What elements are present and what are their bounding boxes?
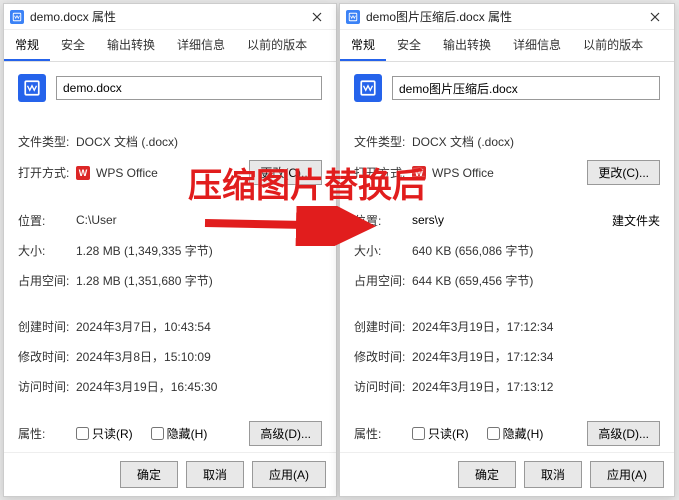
hidden-checkbox-group[interactable]: 隐藏(H) [151, 425, 208, 442]
label-attributes: 属性: [354, 425, 412, 442]
label-created: 创建时间: [18, 318, 76, 335]
window-title: demo.docx 属性 [30, 8, 302, 25]
label-file-type: 文件类型: [354, 133, 412, 150]
cancel-button[interactable]: 取消 [186, 461, 244, 488]
content-area: 文件类型:DOCX 文档 (.docx) 打开方式: W WPS Office … [340, 62, 674, 452]
value-modified: 2024年3月19日，17:12:34 [412, 348, 660, 365]
hidden-checkbox-group[interactable]: 隐藏(H) [487, 425, 544, 442]
footer: 确定 取消 应用(A) [340, 452, 674, 496]
value-location-prefix: sers\y [412, 213, 444, 227]
hidden-label: 隐藏(H) [167, 425, 208, 442]
wps-icon: W [76, 166, 90, 180]
label-size: 大小: [18, 242, 76, 259]
label-location: 位置: [18, 212, 76, 229]
properties-window-right: demo图片压缩后.docx 属性 常规 安全 输出转换 详细信息 以前的版本 … [339, 3, 675, 497]
label-attributes: 属性: [18, 425, 76, 442]
tab-output[interactable]: 输出转换 [96, 30, 166, 61]
annotation-arrow-icon [200, 206, 380, 246]
label-disk-size: 占用空间: [18, 272, 76, 289]
footer: 确定 取消 应用(A) [4, 452, 336, 496]
tab-details[interactable]: 详细信息 [166, 30, 236, 61]
label-file-type: 文件类型: [18, 133, 76, 150]
hidden-checkbox[interactable] [151, 427, 164, 440]
properties-window-left: demo.docx 属性 常规 安全 输出转换 详细信息 以前的版本 文件类型:… [3, 3, 337, 497]
label-accessed: 访问时间: [18, 378, 76, 395]
label-accessed: 访问时间: [354, 378, 412, 395]
tab-previous[interactable]: 以前的版本 [236, 30, 318, 61]
content-area: 文件类型:DOCX 文档 (.docx) 打开方式: W WPS Office … [4, 62, 336, 452]
label-modified: 修改时间: [354, 348, 412, 365]
tab-general[interactable]: 常规 [4, 30, 50, 61]
label-created: 创建时间: [354, 318, 412, 335]
readonly-label: 只读(R) [92, 425, 133, 442]
tab-previous[interactable]: 以前的版本 [572, 30, 654, 61]
hidden-checkbox[interactable] [487, 427, 500, 440]
value-created: 2024年3月19日，17:12:34 [412, 318, 660, 335]
tab-details[interactable]: 详细信息 [502, 30, 572, 61]
value-disk-size: 644 KB (659,456 字节) [412, 272, 660, 289]
document-icon [10, 10, 24, 24]
tab-bar: 常规 安全 输出转换 详细信息 以前的版本 [4, 30, 336, 62]
readonly-checkbox-group[interactable]: 只读(R) [76, 425, 133, 442]
apply-button[interactable]: 应用(A) [590, 461, 664, 488]
value-open-with: WPS Office [432, 166, 587, 180]
ok-button[interactable]: 确定 [120, 461, 178, 488]
tab-security[interactable]: 安全 [50, 30, 96, 61]
hidden-label: 隐藏(H) [503, 425, 544, 442]
file-type-icon [354, 74, 382, 102]
tab-security[interactable]: 安全 [386, 30, 432, 61]
filename-input[interactable] [392, 76, 660, 100]
tab-general[interactable]: 常规 [340, 30, 386, 61]
label-modified: 修改时间: [18, 348, 76, 365]
annotation-text: 压缩图片替换后 [188, 158, 426, 207]
tab-bar: 常规 安全 输出转换 详细信息 以前的版本 [340, 30, 674, 62]
label-open-with: 打开方式: [18, 164, 76, 181]
advanced-button[interactable]: 高级(D)... [587, 421, 660, 446]
document-icon [346, 10, 360, 24]
value-accessed: 2024年3月19日，17:13:12 [412, 378, 660, 395]
value-created: 2024年3月7日，10:43:54 [76, 318, 322, 335]
window-title: demo图片压缩后.docx 属性 [366, 8, 640, 25]
value-location-suffix: 建文件夹 [612, 212, 660, 229]
readonly-checkbox-group[interactable]: 只读(R) [412, 425, 469, 442]
readonly-label: 只读(R) [428, 425, 469, 442]
value-accessed: 2024年3月19日，16:45:30 [76, 378, 322, 395]
apply-button[interactable]: 应用(A) [252, 461, 326, 488]
value-modified: 2024年3月8日，15:10:09 [76, 348, 322, 365]
cancel-button[interactable]: 取消 [524, 461, 582, 488]
tab-output[interactable]: 输出转换 [432, 30, 502, 61]
file-type-icon [18, 74, 46, 102]
readonly-checkbox[interactable] [76, 427, 89, 440]
value-disk-size: 1.28 MB (1,351,680 字节) [76, 272, 322, 289]
value-size: 640 KB (656,086 字节) [412, 242, 660, 259]
value-file-type: DOCX 文档 (.docx) [76, 133, 322, 150]
readonly-checkbox[interactable] [412, 427, 425, 440]
ok-button[interactable]: 确定 [458, 461, 516, 488]
change-button[interactable]: 更改(C)... [587, 160, 660, 185]
advanced-button[interactable]: 高级(D)... [249, 421, 322, 446]
label-disk-size: 占用空间: [354, 272, 412, 289]
titlebar: demo图片压缩后.docx 属性 [340, 4, 674, 30]
close-button[interactable] [302, 6, 332, 28]
filename-input[interactable] [56, 76, 322, 100]
value-file-type: DOCX 文档 (.docx) [412, 133, 660, 150]
close-button[interactable] [640, 6, 670, 28]
titlebar: demo.docx 属性 [4, 4, 336, 30]
